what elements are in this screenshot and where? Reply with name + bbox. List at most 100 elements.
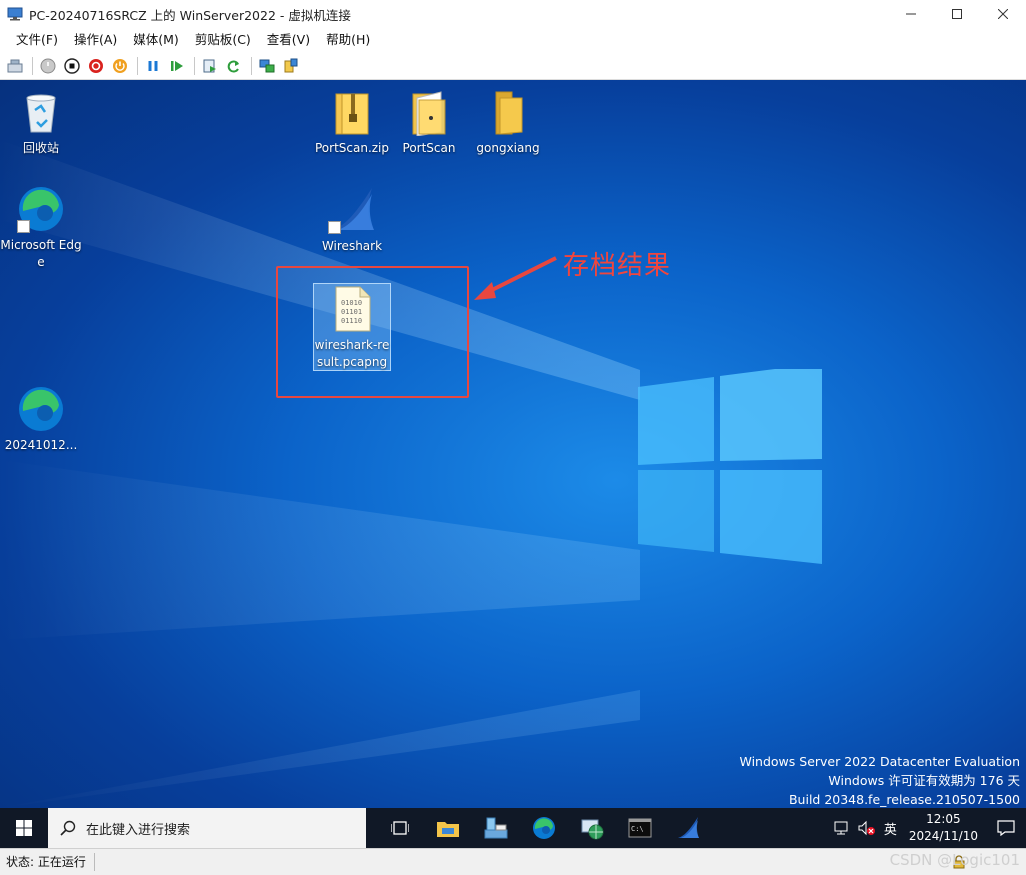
vm-status-bar: 状态: 正在运行 CSDN @Logic101 (0, 848, 1026, 875)
desktop-icon-edge-document[interactable]: 20241012... (0, 385, 82, 454)
vm-status-text: 状态: 正在运行 (0, 853, 95, 871)
desktop-icon-label: PortScan.zip (314, 141, 390, 155)
desktop-icon-gongxiang-folder[interactable]: gongxiang (467, 88, 549, 157)
close-button[interactable] (980, 0, 1026, 28)
menu-bar: 文件(F) 操作(A) 媒体(M) 剪贴板(C) 查看(V) 帮助(H) (0, 28, 1026, 52)
wallpaper-light-beams (0, 140, 640, 808)
search-placeholder: 在此键入进行搜索 (86, 822, 191, 838)
vm-desktop[interactable]: 回收站 Microsoft Edge 20241012... PortScan.… (0, 80, 1026, 808)
desktop-icon-label: PortScan (402, 141, 456, 155)
menu-clipboard[interactable]: 剪贴板(C) (187, 28, 259, 52)
menu-view[interactable]: 查看(V) (259, 28, 318, 52)
taskbar-clock[interactable]: 12:05 2024/11/10 (901, 811, 986, 845)
folder-icon (495, 91, 523, 135)
volume-muted-icon (858, 820, 875, 836)
notifications-button[interactable] (986, 808, 1026, 848)
clock-time: 12:05 (926, 812, 961, 826)
minimize-icon (906, 13, 916, 15)
network-computer-icon (259, 59, 275, 72)
taskbar-command-prompt[interactable]: C:\ (616, 808, 664, 848)
desktop-icon-portscan-folder[interactable]: PortScan (388, 88, 470, 157)
system-tray: 英 12:05 2024/11/10 (830, 808, 1026, 848)
globe-computer-icon (581, 819, 604, 840)
shutdown-icon (89, 58, 103, 73)
network-icon (834, 821, 848, 835)
desktop-icon-label: gongxiang (476, 141, 540, 155)
toolbar-separator (137, 56, 138, 75)
menu-file[interactable]: 文件(F) (8, 28, 66, 52)
ctrl-alt-del-button[interactable] (4, 55, 26, 77)
maximize-button[interactable] (934, 0, 980, 28)
share-icon (284, 58, 298, 72)
vm-connection-icon (7, 7, 23, 21)
share-button[interactable] (280, 55, 302, 77)
annotation-highlight-box (276, 266, 469, 398)
checkpoint-button[interactable] (199, 55, 221, 77)
file-explorer-icon (437, 822, 459, 837)
save-button[interactable] (109, 55, 131, 77)
desktop-icon-wireshark[interactable]: Wireshark (311, 186, 393, 255)
revert-icon (227, 60, 239, 72)
checkpoint-icon (203, 59, 216, 72)
taskbar-search-box[interactable]: 在此键入进行搜索 (48, 808, 366, 848)
recycle-bin-icon (26, 94, 56, 133)
shutdown-button[interactable] (85, 55, 107, 77)
desktop-icon-portscan-zip[interactable]: PortScan.zip (311, 88, 393, 157)
annotation-arrow-icon (474, 256, 557, 300)
network-tray-button[interactable] (830, 808, 854, 848)
server-manager-icon (484, 817, 508, 839)
vm-toolbar (0, 52, 1026, 80)
task-view-button[interactable] (376, 808, 424, 848)
enhanced-session-button[interactable] (256, 55, 278, 77)
play-icon (171, 60, 183, 71)
svg-text:C:\: C:\ (631, 825, 644, 833)
keyboard-icon (7, 59, 23, 72)
watermark-build: Build 20348.fe_release.210507-1500 (788, 792, 1020, 807)
start-button[interactable] (37, 55, 59, 77)
shortcut-arrow-icon (328, 221, 341, 234)
stop-icon (64, 57, 80, 74)
resume-button[interactable] (166, 55, 188, 77)
minimize-button[interactable] (888, 0, 934, 28)
window-titlebar: PC-20240716SRCZ 上的 WinServer2022 - 虚拟机连接 (0, 0, 1026, 28)
windows-logo-wallpaper-icon (638, 369, 822, 564)
desktop-icon-label: 20241012... (4, 438, 78, 452)
pause-button[interactable] (142, 55, 164, 77)
maximize-icon (952, 9, 962, 19)
annotation-label: 存档结果 (563, 251, 672, 281)
zip-folder-icon (335, 93, 369, 135)
folder-icon (412, 91, 446, 136)
revert-button[interactable] (223, 55, 245, 77)
window-title: PC-20240716SRCZ 上的 WinServer2022 - 虚拟机连接 (29, 7, 351, 23)
turn-off-button[interactable] (61, 55, 83, 77)
search-icon (60, 820, 76, 836)
toolbar-separator (32, 56, 33, 75)
taskbar-file-explorer[interactable] (424, 808, 472, 848)
wireshark-icon (328, 186, 376, 234)
start-menu-button[interactable] (0, 808, 48, 848)
taskbar-wireshark[interactable] (664, 808, 712, 848)
notification-icon (997, 820, 1015, 836)
menu-help[interactable]: 帮助(H) (318, 28, 378, 52)
power-on-icon (40, 58, 56, 73)
edge-icon (17, 385, 65, 433)
toolbar-separator (194, 56, 195, 75)
desktop-icon-recycle-bin[interactable]: 回收站 (0, 88, 82, 157)
taskbar-server-manager[interactable] (472, 808, 520, 848)
task-view-icon (391, 821, 409, 835)
toolbar-separator (251, 56, 252, 75)
volume-tray-button[interactable] (854, 808, 880, 848)
clock-date: 2024/11/10 (908, 829, 978, 843)
ime-indicator[interactable]: 英 (880, 808, 901, 848)
menu-media[interactable]: 媒体(M) (125, 28, 187, 52)
desktop-icon-edge[interactable]: Microsoft Edge (0, 185, 82, 271)
pause-icon (148, 60, 158, 71)
watermark-license: Windows 许可证有效期为 176 天 (828, 773, 1020, 788)
edge-icon (533, 817, 555, 839)
edge-icon (17, 185, 65, 233)
close-icon (998, 9, 1008, 19)
desktop-icon-label: 回收站 (22, 141, 59, 155)
menu-action[interactable]: 操作(A) (66, 28, 125, 52)
taskbar-network-app[interactable] (568, 808, 616, 848)
taskbar-edge[interactable] (520, 808, 568, 848)
